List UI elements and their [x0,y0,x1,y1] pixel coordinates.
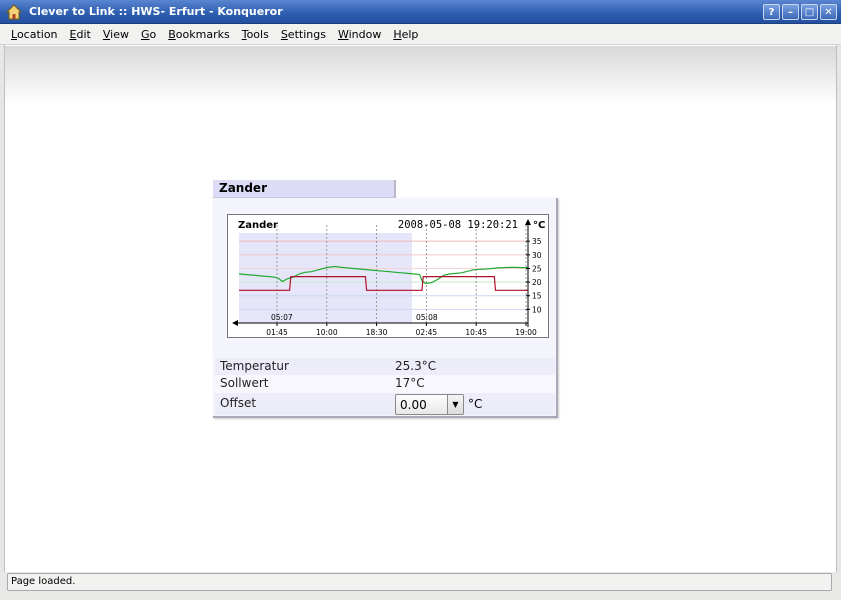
chart-timestamp: 2008-05-08 19:20:21 [398,219,518,231]
chart-day-label-2: 05:08 [416,313,438,322]
statusbar: Page loaded. [0,572,841,600]
chart-title: Zander [238,220,278,231]
chart-svg: 10 15 20 25 30 35 01:45 10:00 18:30 02:45 10:45 19:… [232,219,545,337]
chart-xtick-label: 19:00 [515,328,537,337]
toolbar-area [5,46,836,106]
temperature-row: Temperatur 25.3°C [215,358,555,376]
chart-ytick-label: 10 [532,305,542,314]
home-icon [5,3,23,19]
help-button[interactable]: ? [763,4,780,20]
temperature-label: Temperatur [220,359,289,373]
chevron-down-icon[interactable]: ▼ [447,395,463,414]
temperature-value: 25.3°C [395,359,437,373]
offset-select-value: 0.00 [400,398,427,412]
chart-xtick-label: 10:00 [316,328,338,337]
chart-ytick-label: 15 [532,292,542,301]
window-titlebar[interactable]: Clever to Link :: HWS- Erfurt - Konquero… [0,0,841,24]
offset-label: Offset [220,396,257,410]
setpoint-label: Sollwert [220,376,269,390]
close-button[interactable]: ✕ [820,4,837,20]
menu-settings[interactable]: Settings [275,28,332,41]
chart-xtick-label: 10:45 [465,328,487,337]
chart-xtick-label: 18:30 [366,328,388,337]
chart-y-axis-arrow [525,219,531,225]
temperature-chart: 10 15 20 25 30 35 01:45 10:00 18:30 02:45 10:45 19:… [227,214,549,338]
minimize-button[interactable]: – [782,4,799,20]
status-text: Page loaded. [7,573,832,591]
menubar: Location Edit View Go Bookmarks Tools Se… [0,24,841,45]
offset-select[interactable]: 0.00 ▼ [395,394,464,415]
maximize-button[interactable]: □ [801,4,818,20]
chart-day-label-1: 05:07 [271,313,293,322]
menu-help[interactable]: Help [387,28,424,41]
setpoint-value: 17°C [395,376,425,390]
menu-location[interactable]: Location [5,28,64,41]
window-frame-right [836,45,841,600]
chart-ytick-label: 20 [532,278,542,287]
menu-window[interactable]: Window [332,28,387,41]
menu-go[interactable]: Go [135,28,162,41]
menu-view[interactable]: View [97,28,135,41]
menu-edit[interactable]: Edit [64,28,97,41]
chart-x-axis-arrow [232,320,238,326]
chart-ylabel: °C [533,220,545,231]
offset-row: Offset [215,393,555,415]
chart-ytick-label: 35 [532,237,542,246]
menu-tools[interactable]: Tools [236,28,275,41]
chart-ytick-label: 30 [532,251,542,260]
chart-xtick-label: 02:45 [416,328,438,337]
window-title: Clever to Link :: HWS- Erfurt - Konquero… [29,5,283,18]
menu-bookmarks[interactable]: Bookmarks [162,28,235,41]
chart-xtick-label: 01:45 [266,328,288,337]
setpoint-row: Sollwert 17°C [215,375,555,393]
chart-ytick-label: 25 [532,264,542,273]
widget-title-tab: Zander [213,180,396,198]
offset-unit: °C [468,397,483,411]
